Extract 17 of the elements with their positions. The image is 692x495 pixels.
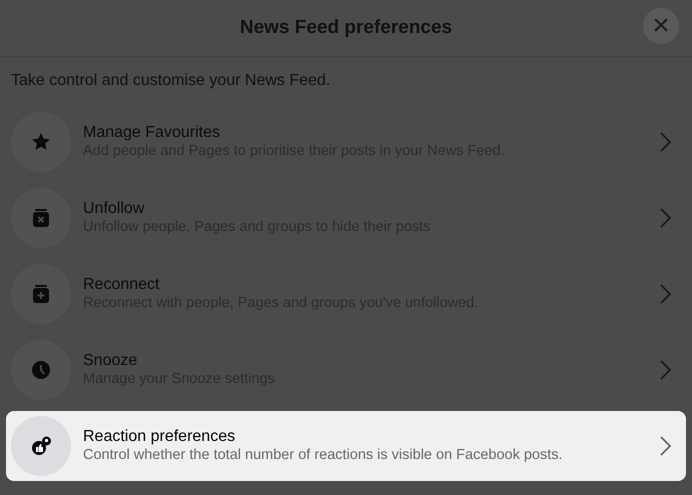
chevron-right-icon [659, 359, 673, 381]
row-title: Unfollow [83, 198, 146, 218]
row-title: Manage Favourites [83, 122, 221, 142]
chevron-right-icon [659, 435, 673, 457]
preference-row[interactable]: Reaction preferences Control whether the total number of reactions is visible on Facebook posts. [6, 411, 686, 481]
row-subtitle: Control whether the total number of reactions is visible on Facebook posts. [83, 446, 564, 466]
dialog-title: News Feed preferences [240, 16, 452, 40]
close-button[interactable]: × [643, 8, 679, 44]
row-title: Reconnect [83, 274, 160, 294]
chevron-right-icon [659, 283, 673, 305]
row-title: Reaction preferences [83, 426, 236, 446]
chevron-right-icon [659, 131, 673, 153]
intro-text: Take control and customise your News Feed. [10, 71, 332, 91]
chevron-right-icon [659, 207, 673, 229]
row-title: Snooze [83, 350, 138, 370]
reaction-icon [29, 434, 53, 458]
clock-icon [29, 358, 53, 382]
